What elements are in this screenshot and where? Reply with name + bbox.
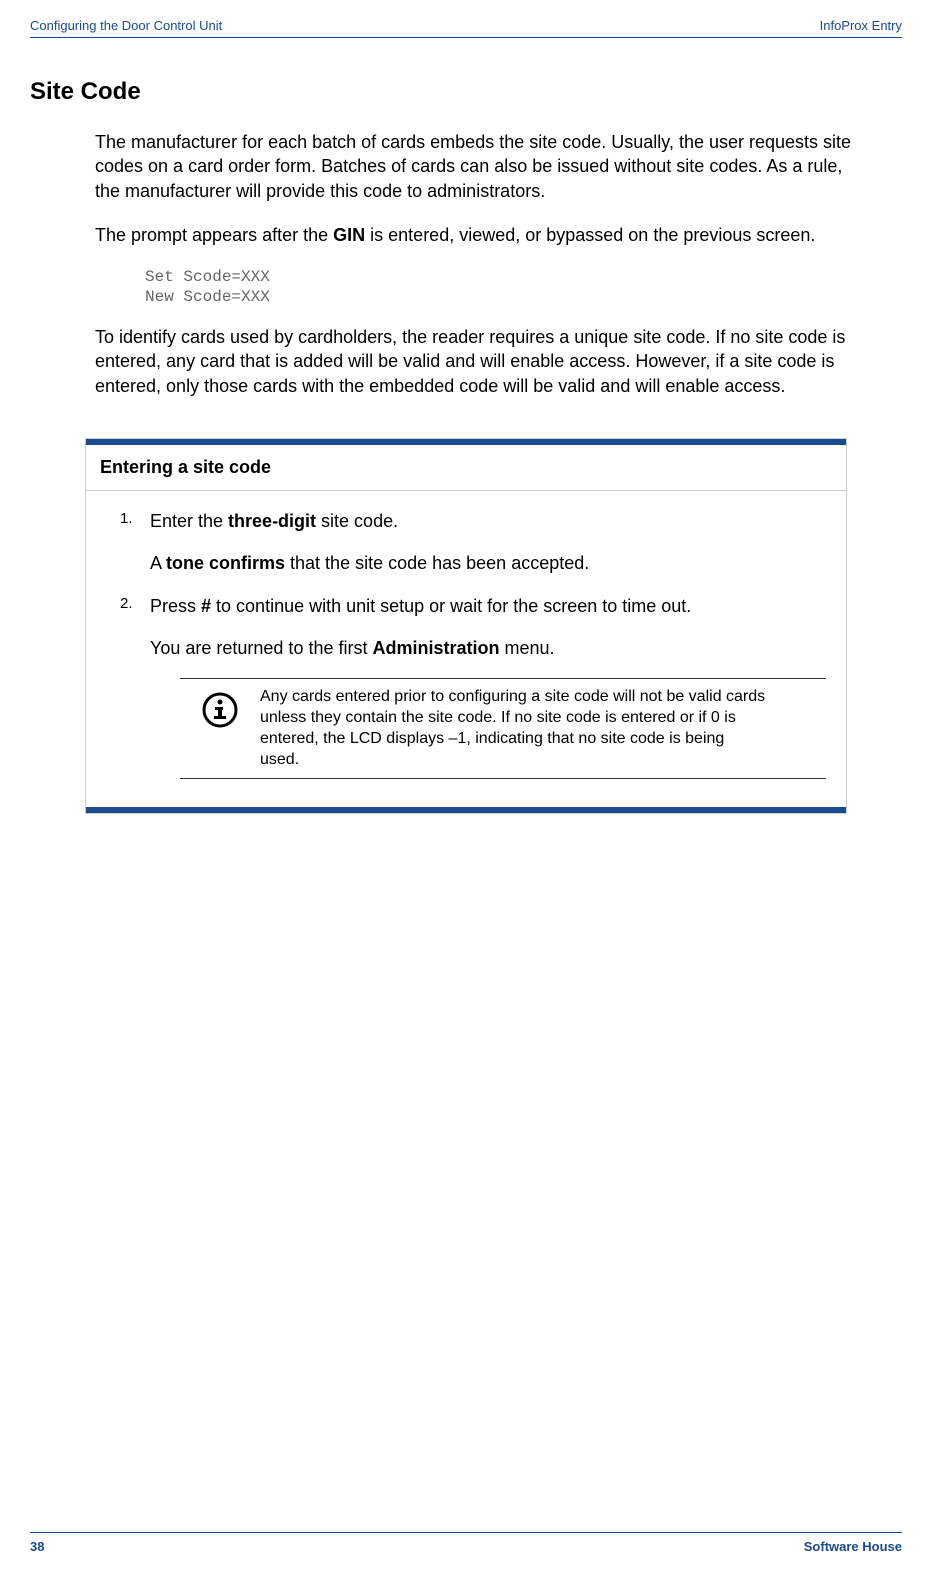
- step1-text-a: Enter the: [150, 511, 228, 531]
- footer-brand: Software House: [804, 1539, 902, 1554]
- paragraph-2: The prompt appears after the GIN is ente…: [95, 223, 872, 247]
- procedure-box: Entering a site code 1. Enter the three-…: [85, 438, 847, 814]
- procedure-bottom-bar: [86, 807, 846, 813]
- step-1-content: Enter the three-digit site code.: [150, 509, 826, 533]
- para2-bold-gin: GIN: [333, 225, 365, 245]
- para2-text-c: is entered, viewed, or bypassed on the p…: [365, 225, 815, 245]
- step1-bold: three-digit: [228, 511, 316, 531]
- step-2: 2. Press # to continue with unit setup o…: [120, 594, 826, 618]
- info-icon: [180, 687, 260, 770]
- step1-sub-a: A: [150, 553, 166, 573]
- header-right: InfoProx Entry: [820, 18, 902, 33]
- step2-text-c: to continue with unit setup or wait for …: [211, 596, 691, 616]
- header-left: Configuring the Door Control Unit: [30, 18, 222, 33]
- step2-text-a: Press: [150, 596, 201, 616]
- page-header: Configuring the Door Control Unit InfoPr…: [30, 18, 902, 38]
- page-container: Configuring the Door Control Unit InfoPr…: [0, 0, 932, 1574]
- procedure-body: 1. Enter the three-digit site code. A to…: [86, 491, 846, 807]
- procedure-title: Entering a site code: [86, 445, 846, 491]
- info-note: Any cards entered prior to configuring a…: [180, 678, 826, 779]
- step2-bold: #: [201, 596, 211, 616]
- page-footer: 38 Software House: [30, 1532, 902, 1554]
- footer-page-number: 38: [30, 1539, 44, 1554]
- info-note-text: Any cards entered prior to configuring a…: [260, 687, 826, 770]
- paragraph-1: The manufacturer for each batch of cards…: [95, 130, 872, 203]
- step-1-number: 1.: [120, 509, 150, 533]
- body-content: The manufacturer for each batch of cards…: [95, 130, 872, 398]
- step2-sub-a: You are returned to the first: [150, 638, 372, 658]
- step1-sub-bold: tone confirms: [166, 553, 285, 573]
- section-title: Site Code: [30, 78, 902, 106]
- step-1-sub: A tone confirms that the site code has b…: [150, 551, 826, 575]
- step-2-sub: You are returned to the first Administra…: [150, 636, 826, 660]
- step1-text-c: site code.: [316, 511, 398, 531]
- step2-sub-bold: Administration: [372, 638, 499, 658]
- para2-text-a: The prompt appears after the: [95, 225, 333, 245]
- step-1: 1. Enter the three-digit site code.: [120, 509, 826, 533]
- step2-sub-c: menu.: [499, 638, 554, 658]
- step-2-content: Press # to continue with unit setup or w…: [150, 594, 826, 618]
- code-block: Set Scode=XXX New Scode=XXX: [145, 267, 872, 307]
- step-2-number: 2.: [120, 594, 150, 618]
- step1-sub-c: that the site code has been accepted.: [285, 553, 589, 573]
- paragraph-3: To identify cards used by cardholders, t…: [95, 325, 872, 398]
